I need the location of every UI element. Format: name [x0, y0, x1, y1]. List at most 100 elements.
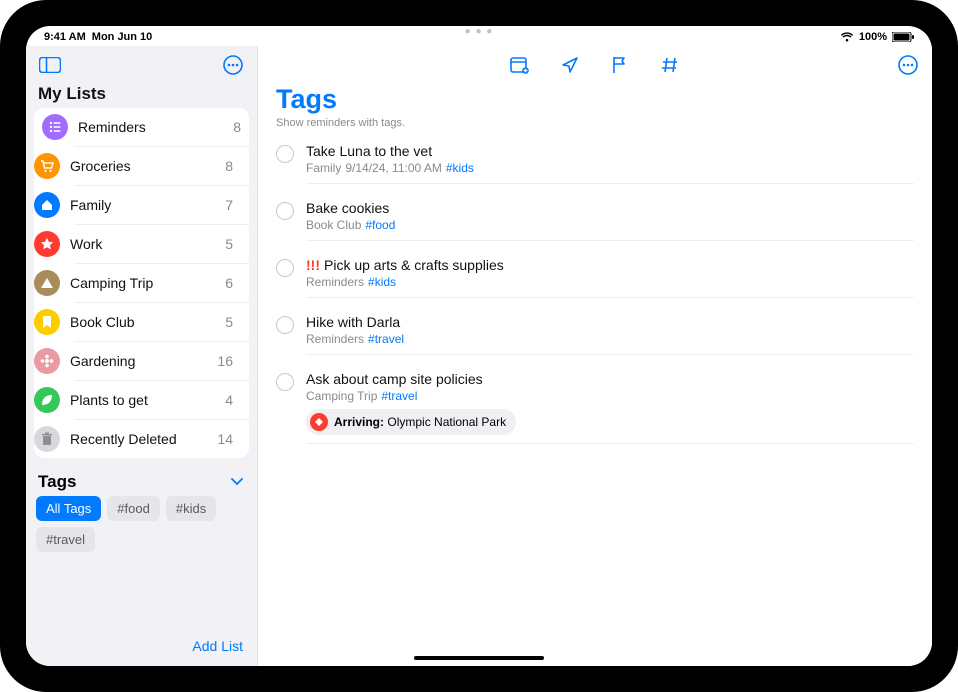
reminder-item[interactable]: Take Luna to the vet Family 9/14/24, 11:0… [258, 135, 932, 192]
sidebar-list-item[interactable]: Groceries8 [74, 146, 249, 185]
bookmark-icon [34, 309, 60, 335]
main-toolbar [258, 46, 932, 84]
reminder-list-name: Reminders [306, 275, 364, 289]
list-count: 7 [225, 197, 233, 213]
battery-percent: 100% [859, 31, 887, 43]
reminder-tag: #kids [368, 275, 396, 289]
list-name: Groceries [70, 158, 215, 174]
lists-card: Reminders8Groceries8Family7Work5Camping … [34, 108, 249, 458]
ipad-frame: 9:41 AM Mon Jun 10 ● ● ● 100% [0, 0, 958, 692]
reminder-tag: #kids [446, 161, 474, 175]
status-date: Mon Jun 10 [92, 31, 153, 43]
list-name: Camping Trip [70, 275, 215, 291]
status-bar: 9:41 AM Mon Jun 10 ● ● ● 100% [26, 26, 932, 46]
location-name: Olympic National Park [387, 415, 506, 429]
trash-icon [34, 426, 60, 452]
reminders-app: My Lists Reminders8Groceries8Family7Work… [26, 46, 932, 666]
reminder-list: Take Luna to the vet Family 9/14/24, 11:0… [258, 135, 932, 666]
list-count: 6 [225, 275, 233, 291]
list-icon [42, 114, 68, 140]
more-options-button[interactable] [894, 51, 922, 79]
location-pill[interactable]: Arriving: Olympic National Park [306, 409, 516, 435]
star-icon [34, 231, 60, 257]
calendar-add-icon[interactable] [506, 51, 534, 79]
sidebar-list-item[interactable]: Book Club5 [74, 302, 249, 341]
list-count: 5 [225, 236, 233, 252]
home-indicator[interactable] [414, 656, 544, 660]
complete-checkbox[interactable] [276, 373, 294, 391]
chevron-down-icon[interactable] [229, 474, 245, 490]
flower-icon [34, 348, 60, 374]
reminder-tag: #travel [381, 389, 417, 403]
battery-icon [892, 32, 914, 42]
complete-checkbox[interactable] [276, 316, 294, 334]
list-count: 8 [225, 158, 233, 174]
reminder-title: Pick up arts & crafts supplies [324, 257, 504, 273]
screen: 9:41 AM Mon Jun 10 ● ● ● 100% [26, 26, 932, 666]
toggle-sidebar-button[interactable] [36, 51, 64, 79]
reminder-item[interactable]: Hike with Darla Reminders #travel [258, 306, 932, 363]
tag-chip[interactable]: #food [107, 496, 160, 521]
list-name: Work [70, 236, 215, 252]
sidebar-list-item[interactable]: Work5 [74, 224, 249, 263]
cart-icon [34, 153, 60, 179]
tent-icon [34, 270, 60, 296]
more-button[interactable] [219, 51, 247, 79]
reminder-list-name: Book Club [306, 218, 361, 232]
reminder-title: Take Luna to the vet [306, 143, 432, 159]
list-name: Book Club [70, 314, 215, 330]
complete-checkbox[interactable] [276, 202, 294, 220]
reminder-tag: #travel [368, 332, 404, 346]
page-title: Tags [258, 84, 932, 115]
my-lists-header: My Lists [26, 84, 257, 108]
priority-indicator: !!! [306, 257, 320, 273]
complete-checkbox[interactable] [276, 259, 294, 277]
reminder-title: Bake cookies [306, 200, 389, 216]
sidebar-list-item[interactable]: Plants to get4 [74, 380, 249, 419]
reminder-item[interactable]: Ask about camp site policies Camping Trip… [258, 363, 932, 452]
tag-chip[interactable]: All Tags [36, 496, 101, 521]
list-count: 5 [225, 314, 233, 330]
list-name: Plants to get [70, 392, 215, 408]
reminder-title: Ask about camp site policies [306, 371, 483, 387]
reminder-list-name: Camping Trip [306, 389, 377, 403]
location-label: Arriving: [334, 415, 384, 429]
location-icon[interactable] [556, 51, 584, 79]
list-name: Gardening [70, 353, 207, 369]
wifi-icon [840, 32, 854, 42]
house-icon [34, 192, 60, 218]
sidebar: My Lists Reminders8Groceries8Family7Work… [26, 46, 258, 666]
tag-chip[interactable]: #kids [166, 496, 216, 521]
tag-chip[interactable]: #travel [36, 527, 95, 552]
reminder-title: Hike with Darla [306, 314, 400, 330]
main-pane: Tags Show reminders with tags. Take Luna… [258, 46, 932, 666]
reminder-item[interactable]: Bake cookies Book Club #food [258, 192, 932, 249]
reminder-item[interactable]: !!! Pick up arts & crafts supplies Reminde… [258, 249, 932, 306]
sidebar-list-item[interactable]: Gardening16 [74, 341, 249, 380]
multitask-dots-icon[interactable]: ● ● ● [465, 26, 494, 37]
add-list-button[interactable]: Add List [192, 638, 243, 654]
reminder-tag: #food [365, 218, 395, 232]
list-count: 14 [217, 431, 233, 447]
list-name: Recently Deleted [70, 431, 207, 447]
sidebar-list-item[interactable]: Recently Deleted14 [74, 419, 249, 458]
location-pin-icon [310, 413, 328, 431]
list-name: Reminders [78, 119, 223, 135]
flag-icon[interactable] [606, 51, 634, 79]
sidebar-list-item[interactable]: Camping Trip6 [74, 263, 249, 302]
page-subtitle: Show reminders with tags. [258, 115, 932, 135]
list-count: 4 [225, 392, 233, 408]
list-count: 8 [233, 119, 241, 135]
status-time: 9:41 AM [44, 31, 86, 43]
list-name: Family [70, 197, 215, 213]
tag-icon[interactable] [656, 51, 684, 79]
tags-header: Tags [38, 472, 76, 492]
sidebar-list-item[interactable]: Family7 [74, 185, 249, 224]
reminder-list-name: Reminders [306, 332, 364, 346]
tag-cloud: All Tags#food#kids #travel [26, 496, 257, 560]
reminder-list-name: Family [306, 161, 341, 175]
leaf-icon [34, 387, 60, 413]
reminder-detail: 9/14/24, 11:00 AM [345, 161, 442, 175]
sidebar-list-item[interactable]: Reminders 8 [34, 108, 249, 146]
complete-checkbox[interactable] [276, 145, 294, 163]
